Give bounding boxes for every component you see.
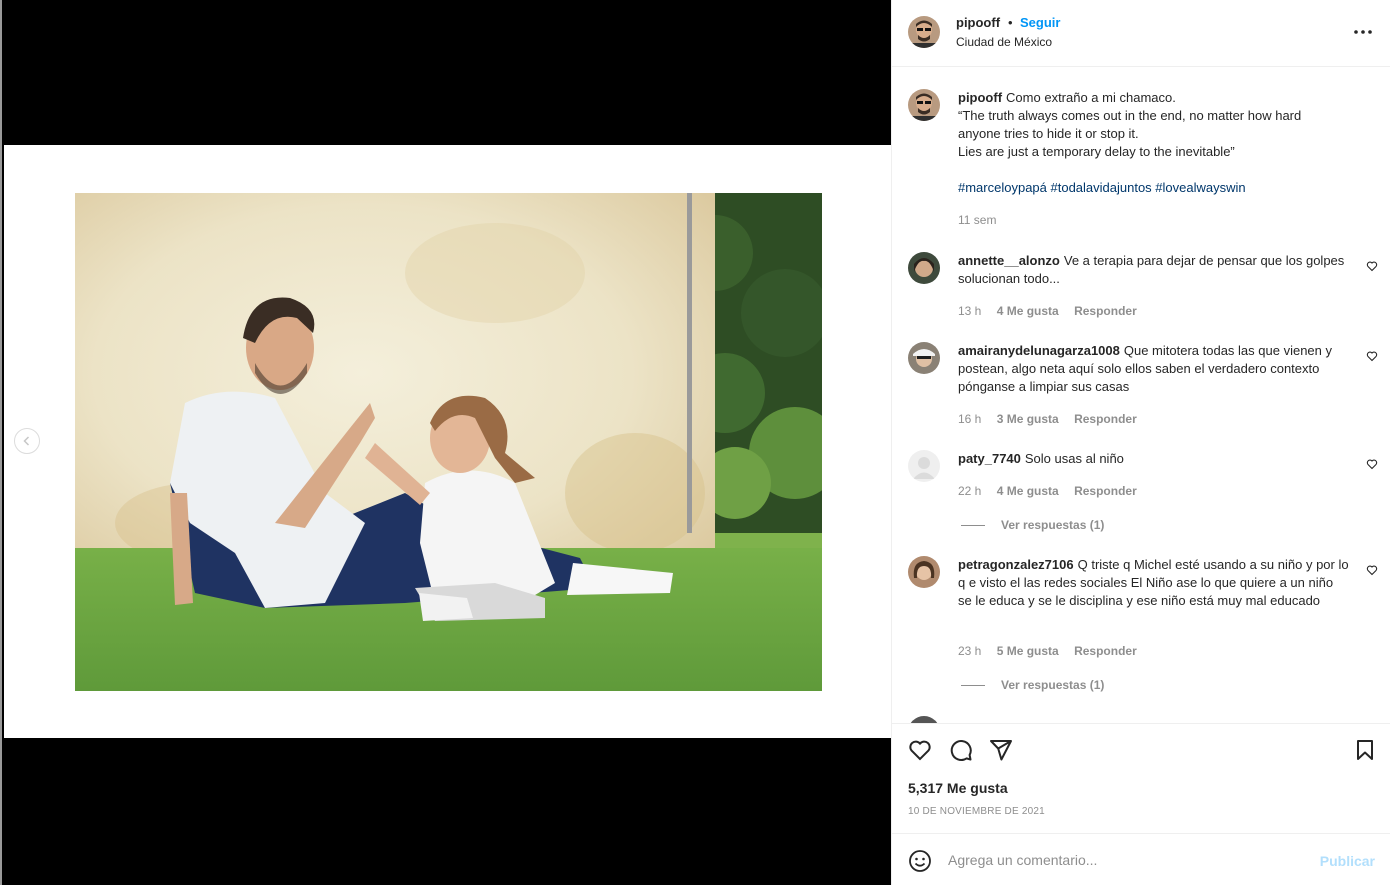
separator-dot: • — [1008, 15, 1013, 30]
share-icon[interactable] — [989, 738, 1013, 762]
post-photo[interactable] — [75, 193, 822, 691]
comment-time[interactable]: 13 h — [958, 304, 981, 318]
likes-count[interactable]: 5,317 Me gusta — [908, 780, 1008, 796]
emoji-icon[interactable] — [908, 849, 932, 873]
post-side-panel: pipooff • Seguir Ciudad de México pipoof… — [891, 0, 1390, 885]
avatar[interactable] — [908, 16, 940, 48]
comment-likes[interactable]: 4 Me gusta — [997, 484, 1059, 498]
comment-time[interactable]: 16 h — [958, 412, 981, 426]
heart-icon[interactable] — [1366, 260, 1378, 272]
avatar[interactable] — [908, 556, 940, 588]
heart-icon[interactable] — [1366, 458, 1378, 470]
comment-time[interactable]: 22 h — [958, 484, 981, 498]
avatar[interactable] — [908, 252, 940, 284]
comment-time[interactable]: 23 h — [958, 644, 981, 658]
caption-line: “The truth always comes out in the end, … — [958, 108, 1302, 141]
replies-divider — [961, 524, 985, 526]
header-username[interactable]: pipooff — [956, 15, 1000, 30]
caption-username[interactable]: pipooff — [958, 90, 1002, 105]
replies-divider — [961, 684, 985, 686]
comment-username[interactable]: annette__alonzo — [958, 253, 1060, 268]
post-header: pipooff • Seguir Ciudad de México — [892, 0, 1390, 67]
more-horizontal-icon[interactable] — [1352, 22, 1374, 42]
comment-text: Solo usas al niño — [1024, 451, 1124, 466]
post-actions: 5,317 Me gusta 10 DE NOVIEMBRE DE 2021 — [892, 723, 1390, 833]
bookmark-icon[interactable] — [1353, 738, 1377, 762]
avatar[interactable] — [908, 89, 940, 121]
view-replies-label: Ver respuestas (1) — [1001, 518, 1105, 532]
post-date[interactable]: 10 DE NOVIEMBRE DE 2021 — [908, 806, 1045, 817]
comment-username[interactable]: amairanydelunagarza1008 — [958, 343, 1120, 358]
heart-icon[interactable] — [1366, 564, 1378, 576]
chevron-left-icon — [23, 436, 30, 446]
view-replies-button[interactable]: Ver respuestas (1) — [961, 518, 1104, 532]
caption-line: Como extraño a mi chamaco. — [1006, 90, 1176, 105]
avatar[interactable] — [908, 450, 940, 482]
heart-icon[interactable] — [908, 738, 932, 762]
reply-button[interactable]: Responder — [1074, 484, 1137, 498]
avatar[interactable] — [908, 716, 940, 723]
comment-input[interactable] — [948, 848, 1308, 872]
reply-button[interactable]: Responder — [1074, 412, 1137, 426]
location-link[interactable]: Ciudad de México — [956, 35, 1052, 49]
caption-line: Lies are just a temporary delay to the i… — [958, 144, 1235, 159]
reply-button[interactable]: Responder — [1074, 644, 1137, 658]
avatar[interactable] — [908, 342, 940, 374]
caption-hashtags[interactable]: #marceloypapá #todalavidajuntos #lovealw… — [958, 180, 1246, 195]
reply-button[interactable]: Responder — [1074, 304, 1137, 318]
heart-icon[interactable] — [1366, 350, 1378, 362]
publish-button[interactable]: Publicar — [1320, 853, 1375, 869]
comment-icon[interactable] — [949, 738, 973, 762]
caption-timestamp[interactable]: 11 sem — [958, 213, 996, 227]
comment-likes[interactable]: 4 Me gusta — [997, 304, 1059, 318]
add-comment-bar: Publicar — [892, 833, 1390, 885]
view-replies-label: Ver respuestas (1) — [1001, 678, 1105, 692]
comment-likes[interactable]: 3 Me gusta — [997, 412, 1059, 426]
comment-username[interactable]: paty_7740 — [958, 451, 1021, 466]
post-media-area — [0, 0, 893, 885]
follow-button[interactable]: Seguir — [1020, 15, 1060, 30]
comments-list[interactable]: pipooff Como extraño a mi chamaco. “The t… — [892, 67, 1390, 723]
comment-username[interactable]: petragonzalez7106 — [958, 557, 1074, 572]
carousel-prev-button[interactable] — [14, 428, 40, 454]
view-replies-button[interactable]: Ver respuestas (1) — [961, 678, 1104, 692]
comment-likes[interactable]: 5 Me gusta — [997, 644, 1059, 658]
